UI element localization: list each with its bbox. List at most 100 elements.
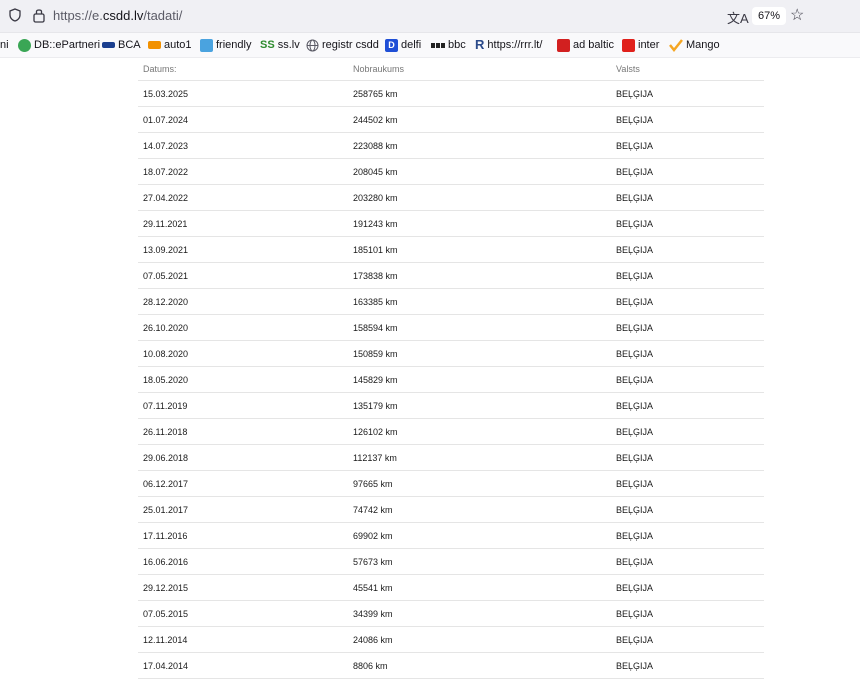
bookmark-ad-baltic[interactable]: ad baltic — [557, 37, 614, 53]
cell-mileage: 97665 km — [353, 478, 393, 489]
cell-date: 07.05.2021 — [143, 270, 189, 281]
bookmark-mango[interactable]: Mango — [669, 37, 720, 53]
cell-mileage: 208045 km — [353, 166, 398, 177]
cell-mileage: 223088 km — [353, 140, 398, 151]
cell-mileage: 150859 km — [353, 348, 398, 359]
bookmark-ss-lv[interactable]: SS ss.lv — [260, 37, 300, 53]
cell-mileage: 191243 km — [353, 218, 398, 229]
table-row: 29.12.2015 45541 km BEĻĢIJA — [138, 575, 764, 601]
cell-country: BEĻĢIJA — [616, 322, 654, 333]
bookmark-label: ni — [0, 39, 9, 51]
bookmark-label: bbc — [448, 39, 466, 51]
bookmark-star-icon[interactable]: ☆ — [790, 5, 804, 25]
lock-icon[interactable] — [32, 7, 46, 23]
bookmark-db-epartneri[interactable]: DB::ePartneri — [18, 37, 100, 53]
cell-country: BEĻĢIJA — [616, 504, 654, 515]
bookmark-ni[interactable]: ni — [0, 37, 9, 53]
cell-date: 26.10.2020 — [143, 322, 189, 333]
cell-mileage: 69902 km — [353, 530, 393, 541]
table-header: Datums: Nobraukums Valsts — [138, 58, 764, 81]
cell-date: 15.03.2025 — [143, 88, 189, 99]
cell-country: BEĻĢIJA — [616, 218, 654, 229]
cell-country: BEĻĢIJA — [616, 270, 654, 281]
cell-country: BEĻĢIJA — [616, 452, 654, 463]
bookmark-delfi[interactable]: D delfi — [385, 37, 421, 53]
cell-mileage: 163385 km — [353, 296, 398, 307]
cell-mileage: 158594 km — [353, 322, 398, 333]
table-row: 07.11.2019 135179 km BEĻĢIJA — [138, 393, 764, 419]
cell-mileage: 185101 km — [353, 244, 398, 255]
table-row: 15.03.2025 258765 km BEĻĢIJA — [138, 81, 764, 107]
table-row: 17.04.2014 8806 km BEĻĢIJA — [138, 653, 764, 679]
table-row: 29.06.2018 112137 km BEĻĢIJA — [138, 445, 764, 471]
cell-mileage: 112137 km — [353, 452, 397, 463]
bookmark-auto1[interactable]: auto1 — [148, 37, 192, 53]
cell-date: 26.11.2018 — [143, 426, 188, 437]
cell-mileage: 244502 km — [353, 114, 398, 125]
bookmark-registr-csdd[interactable]: registr csdd — [306, 37, 379, 53]
bookmark-bca[interactable]: BCA — [102, 37, 141, 53]
bookmark-label: auto1 — [164, 39, 192, 51]
column-header-mileage: Nobraukums — [353, 64, 405, 74]
cell-date: 07.05.2015 — [143, 608, 189, 619]
cell-mileage: 34399 km — [353, 608, 393, 619]
table-row: 14.07.2023 223088 km BEĻĢIJA — [138, 133, 764, 159]
bookmark-label: Mango — [686, 39, 720, 51]
globe-icon — [306, 39, 319, 51]
table-row: 18.05.2020 145829 km BEĻĢIJA — [138, 367, 764, 393]
shield-icon[interactable] — [8, 8, 22, 22]
cell-country: BEĻĢIJA — [616, 478, 654, 489]
cell-date: 25.01.2017 — [143, 504, 189, 515]
auto1-icon — [148, 41, 161, 49]
cell-date: 27.04.2022 — [143, 192, 189, 203]
bookmark-bbc[interactable]: bbc — [431, 37, 466, 53]
zoom-level-button[interactable]: 67% — [752, 7, 787, 25]
friendly-icon — [200, 38, 213, 52]
cell-date: 17.04.2014 — [143, 660, 189, 671]
url-host: csdd.lv — [102, 8, 144, 23]
table-body: 15.03.2025 258765 km BEĻĢIJA 01.07.2024 2445… — [138, 81, 764, 679]
cell-mileage: 24086 km — [353, 634, 393, 645]
cell-mileage: 45541 km — [353, 582, 393, 593]
url-scheme: https://e. — [53, 8, 103, 23]
table-row: 27.04.2022 203280 km BEĻĢIJA — [138, 185, 764, 211]
table-row: 12.11.2014 24086 km BEĻĢIJA — [138, 627, 764, 653]
cell-country: BEĻĢIJA — [616, 296, 654, 307]
bookmark-label: inter — [638, 39, 660, 51]
table-row: 26.10.2020 158594 km BEĻĢIJA — [138, 315, 764, 341]
cell-country: BEĻĢIJA — [616, 660, 654, 671]
cell-country: BEĻĢIJA — [616, 140, 654, 151]
cell-date: 16.06.2016 — [143, 556, 189, 567]
cell-country: BEĻĢIJA — [616, 88, 654, 99]
cell-date: 12.11.2014 — [143, 634, 188, 645]
bookmark-rrr-lt[interactable]: R https://rrr.lt/ — [475, 37, 542, 53]
cell-country: BEĻĢIJA — [616, 166, 654, 177]
bbc-icon — [431, 42, 445, 48]
adbaltic-icon — [557, 38, 570, 52]
address-field[interactable]: https://e.csdd.lv/tadati/ — [53, 8, 182, 23]
bookmarks-toolbar: ni DB::ePartneri BCA auto1 friendly SS s… — [0, 33, 860, 58]
cell-date: 13.09.2021 — [143, 244, 189, 255]
cell-date: 17.11.2016 — [143, 530, 188, 541]
translate-icon[interactable]: 文A — [727, 8, 749, 27]
column-header-date: Datums: — [143, 64, 177, 74]
cell-country: BEĻĢIJA — [616, 530, 654, 541]
cell-country: BEĻĢIJA — [616, 244, 654, 255]
cell-mileage: 145829 km — [353, 374, 398, 385]
cell-mileage: 203280 km — [353, 192, 398, 203]
cell-mileage: 258765 km — [353, 88, 398, 99]
cell-country: BEĻĢIJA — [616, 192, 654, 203]
rrr-icon: R — [475, 37, 485, 52]
bookmark-friendly[interactable]: friendly — [200, 37, 251, 53]
cell-country: BEĻĢIJA — [616, 374, 654, 385]
cell-mileage: 57673 km — [353, 556, 393, 567]
bookmark-inter[interactable]: inter — [622, 37, 659, 53]
cell-country: BEĻĢIJA — [616, 582, 654, 593]
table-row: 07.05.2021 173838 km BEĻĢIJA — [138, 263, 764, 289]
ss-icon: SS — [260, 39, 275, 51]
cell-mileage: 126102 km — [353, 426, 398, 437]
table-row: 06.12.2017 97665 km BEĻĢIJA — [138, 471, 764, 497]
bookmark-label: registr csdd — [322, 39, 379, 51]
cell-country: BEĻĢIJA — [616, 608, 654, 619]
table-row: 13.09.2021 185101 km BEĻĢIJA — [138, 237, 764, 263]
